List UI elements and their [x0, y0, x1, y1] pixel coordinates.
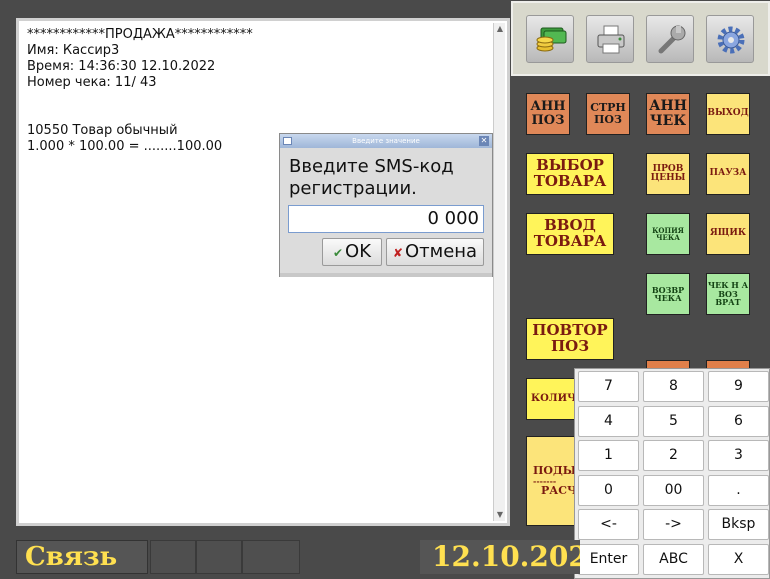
numpad-key[interactable]: . [708, 474, 769, 506]
dialog-title: Введите значение [352, 137, 420, 145]
numpad-key[interactable]: -> [643, 509, 704, 540]
dialog-titlebar[interactable]: Введите значение ✕ [280, 134, 492, 148]
close-icon[interactable]: ✕ [479, 136, 489, 146]
numpad-key[interactable]: Enter [578, 543, 639, 575]
pause-button[interactable]: ПАУЗА [706, 153, 750, 195]
status-date: 12.10.2022 [420, 540, 580, 574]
numpad-key[interactable]: 0 [578, 474, 639, 506]
money-button[interactable] [526, 15, 574, 63]
numpad-key[interactable]: 1 [578, 440, 639, 471]
cross-icon: ✘ [392, 246, 403, 260]
cancel-position-button[interactable]: АНН ПОЗ [526, 93, 570, 135]
gear-icon [717, 26, 745, 54]
dialog-message: Введите SMS-код регистрации. [289, 156, 454, 199]
numpad-key[interactable]: 2 [643, 440, 704, 471]
numpad-key[interactable]: 00 [643, 474, 704, 506]
cancel-button[interactable]: ✘ Отмена [386, 238, 484, 266]
ok-button[interactable]: ✔ OK [322, 238, 382, 266]
ok-button-label: OK [345, 241, 372, 262]
tool-strip [511, 1, 770, 76]
return-check-button[interactable]: ВОЗВР ЧЕКА [646, 273, 690, 315]
numpad-key[interactable]: 3 [708, 440, 769, 471]
printer-icon [597, 25, 625, 54]
numpad-key[interactable]: 5 [643, 405, 704, 437]
subtotal-label-bottom: РАСЧ [541, 484, 578, 498]
money-icon [536, 27, 567, 52]
scroll-up-icon[interactable]: ▲ [494, 23, 506, 35]
cancel-check-button[interactable]: АНН ЧЕК [646, 93, 690, 135]
copy-check-button[interactable]: КОПИЯ ЧЕКА [646, 213, 690, 255]
status-cell [242, 540, 300, 574]
wrench-icon [658, 25, 686, 54]
dialog-resize-edge [280, 273, 492, 277]
subtotal-button[interactable]: ПОДЫ ------- РАСЧ [526, 436, 578, 526]
receipt-scrollbar[interactable]: ▲ ▼ [493, 23, 505, 521]
numpad-key[interactable]: 6 [708, 405, 769, 437]
status-cell [196, 540, 242, 574]
settings-tools-button[interactable] [646, 15, 694, 63]
numpad-key[interactable]: 8 [643, 371, 704, 402]
check-price-button[interactable]: ПРОВ ЦЕНЫ [646, 153, 690, 195]
exit-button[interactable]: ВЫХОД [706, 93, 750, 135]
numpad-key[interactable]: 9 [708, 371, 769, 402]
cancel-button-label: Отмена [404, 241, 478, 262]
configuration-button[interactable] [706, 15, 754, 63]
storno-position-button[interactable]: СТРН ПОЗ [586, 93, 630, 135]
sms-code-input[interactable]: 0 000 [288, 205, 484, 233]
sms-code-dialog: Введите значение ✕ Введите SMS-код регис… [279, 133, 493, 277]
numpad-key[interactable]: X [708, 543, 769, 575]
repeat-position-button[interactable]: ПОВТОР ПОЗ [526, 318, 614, 360]
numpad-key[interactable]: Bksp [708, 509, 769, 540]
quantity-button[interactable]: КОЛИЧ [526, 378, 578, 420]
window-menu-icon[interactable] [283, 137, 292, 145]
numpad-key[interactable]: ABC [643, 543, 704, 575]
numeric-keypad: 7 8 9 4 5 6 1 2 3 0 00. <- -> Bksp Enter ABC X [574, 368, 770, 579]
enter-item-button[interactable]: ВВОД ТОВАРА [526, 213, 614, 255]
print-button[interactable] [586, 15, 634, 63]
connection-status: Связь [16, 540, 148, 574]
checkmark-icon: ✔ [332, 246, 344, 260]
check-for-return-button[interactable]: ЧЕК Н А ВОЗ ВРАТ [706, 273, 750, 315]
choose-item-button[interactable]: ВЫБОР ТОВАРА [526, 153, 614, 195]
status-cell [150, 540, 196, 574]
numpad-key[interactable]: 4 [578, 405, 639, 437]
cash-drawer-button[interactable]: ЯЩИК [706, 213, 750, 255]
numpad-key[interactable]: <- [578, 509, 639, 540]
scroll-down-icon[interactable]: ▼ [494, 509, 506, 521]
numpad-key[interactable]: 7 [578, 371, 639, 402]
